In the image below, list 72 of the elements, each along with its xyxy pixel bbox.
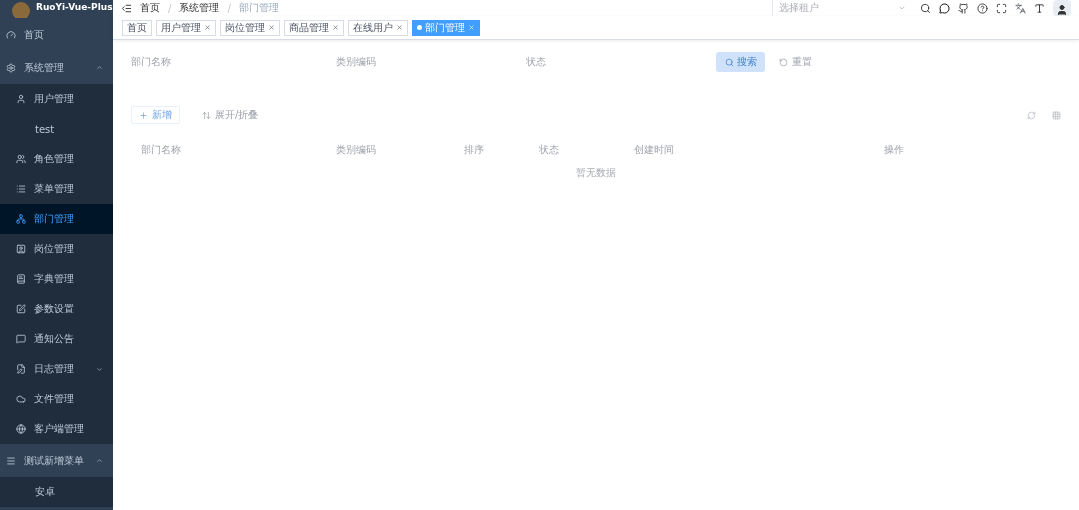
cloud-icon	[16, 394, 26, 404]
tab[interactable]: 在线用户	[348, 19, 408, 36]
message-icon[interactable]	[939, 2, 950, 14]
help-icon[interactable]	[977, 2, 988, 14]
logo-text: RuoYi-Vue-Plus	[36, 2, 113, 12]
field-label: 类别编码	[336, 55, 377, 69]
font-size-icon[interactable]	[1034, 2, 1045, 14]
column-header: 创建时间	[634, 143, 675, 157]
sidebar-item[interactable]: 部门管理	[0, 204, 113, 234]
sidebar-item[interactable]: 测试新增菜单	[0, 444, 113, 477]
column-header: 操作	[884, 143, 905, 157]
close-icon[interactable]	[396, 24, 403, 31]
avatar[interactable]	[1053, 0, 1071, 16]
users-icon	[16, 154, 26, 164]
sidebar-item[interactable]: 岗位管理	[0, 234, 113, 264]
sidebar-item[interactable]: 客户端管理	[0, 414, 113, 444]
breadcrumb-separator: /	[168, 2, 172, 14]
tab[interactable]: 用户管理	[156, 19, 216, 36]
chevron-icon	[898, 4, 906, 12]
user-icon	[16, 94, 26, 104]
chevron-icon	[96, 457, 103, 464]
message-icon	[16, 334, 26, 344]
globe-icon	[16, 424, 26, 434]
search-icon	[724, 57, 734, 67]
sidebar-item[interactable]: 文件管理	[0, 384, 113, 414]
column-header: 排序	[464, 143, 485, 157]
sidebar-item[interactable]: 安卓	[0, 477, 113, 507]
tab[interactable]: 首页	[122, 19, 152, 36]
column-header: 类别编码	[336, 143, 377, 157]
dashboard-icon	[6, 29, 16, 40]
breadcrumb-item[interactable]: 系统管理	[179, 1, 220, 15]
tab[interactable]: 岗位管理	[220, 19, 280, 36]
logo-icon	[12, 2, 30, 18]
menu-toggle-icon[interactable]	[121, 2, 132, 14]
reset-icon	[779, 57, 788, 67]
gear-icon	[6, 62, 16, 73]
sidebar-item[interactable]: test	[0, 114, 113, 144]
sidebar-item[interactable]: 菜单管理	[0, 174, 113, 204]
book-icon	[16, 274, 26, 284]
sidebar-item[interactable]: 通知公告	[0, 324, 113, 354]
field-label: 部门名称	[131, 55, 172, 69]
column-header: 部门名称	[141, 143, 182, 157]
sidebar-item[interactable]: 日志管理	[0, 354, 113, 384]
breadcrumb-item[interactable]: 首页	[140, 1, 160, 15]
translate-icon[interactable]	[1015, 2, 1026, 14]
tree-icon	[16, 214, 26, 224]
sidebar-item[interactable]: 用户管理	[0, 84, 113, 114]
breadcrumb-separator: /	[227, 2, 231, 14]
tab[interactable]: 商品管理	[284, 19, 344, 36]
close-icon[interactable]	[268, 24, 275, 31]
sidebar-item[interactable]: 角色管理	[0, 144, 113, 174]
search-icon[interactable]	[920, 2, 931, 14]
document-edit-icon	[16, 364, 26, 374]
menu-icon	[6, 455, 16, 466]
chevron-icon	[96, 365, 103, 373]
edit-icon	[16, 304, 26, 314]
sidebar-item[interactable]: 系统管理	[0, 51, 113, 84]
field-label: 状态	[526, 55, 547, 69]
plus-icon	[139, 110, 148, 120]
sidebar-item[interactable]: 参数设置	[0, 294, 113, 324]
list-icon	[16, 184, 26, 194]
close-icon[interactable]	[204, 24, 211, 31]
id-card-icon	[16, 244, 26, 254]
sidebar-item[interactable]: 字典管理	[0, 264, 113, 294]
chevron-icon	[96, 64, 103, 71]
column-header: 状态	[539, 143, 560, 157]
github-icon[interactable]	[958, 2, 969, 14]
sidebar-item[interactable]: 首页	[0, 18, 113, 51]
sort-icon	[202, 110, 211, 120]
empty-text: 暂无数据	[575, 166, 617, 180]
close-icon[interactable]	[332, 24, 339, 31]
fullscreen-icon[interactable]	[996, 2, 1007, 14]
